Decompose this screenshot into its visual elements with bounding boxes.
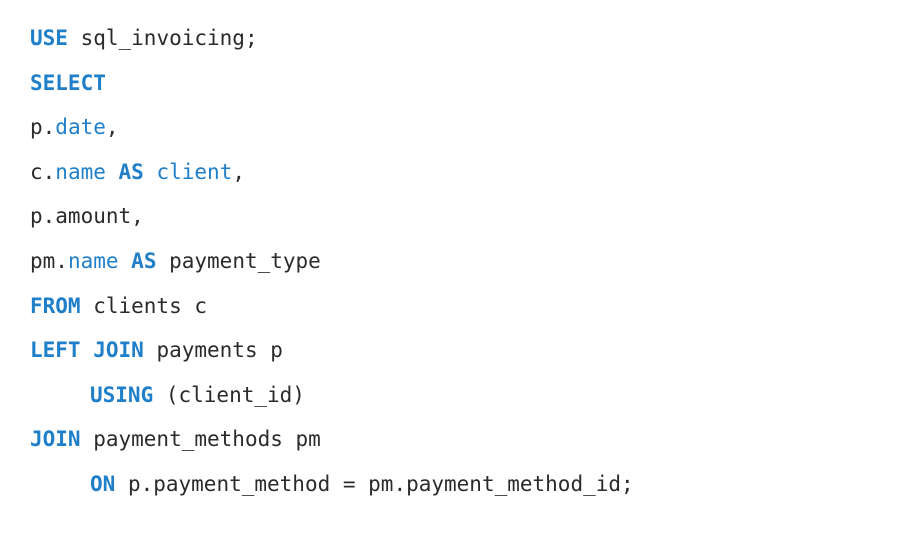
sql-keyword: AS <box>118 159 144 184</box>
sql-identifier: name <box>55 159 106 184</box>
code-line: FROM clients c <box>30 284 634 329</box>
sql-text: clients c <box>80 293 208 318</box>
code-line: c.name AS client, <box>30 150 634 195</box>
code-line: ON p.payment_method = pm.payment_method_… <box>30 462 634 507</box>
sql-text: payments p <box>143 338 283 363</box>
sql-text: c. <box>30 159 56 184</box>
sql-identifier: date <box>55 115 106 140</box>
sql-identifier: name <box>67 248 119 273</box>
sql-text: p.amount, <box>30 204 144 229</box>
code-line: USING (client_id) <box>30 373 634 418</box>
sql-text: (client_id) <box>153 382 305 407</box>
sql-identifier: client <box>156 159 233 184</box>
sql-keyword: USE <box>30 26 68 50</box>
sql-keyword: LEFT JOIN <box>30 338 144 363</box>
code-line: LEFT JOIN payments p <box>30 328 634 373</box>
sql-keyword: AS <box>131 248 157 273</box>
sql-text: payment_methods pm <box>80 427 321 452</box>
sql-text: pm. <box>30 248 68 273</box>
sql-keyword: USING <box>90 382 154 407</box>
code-line: SELECT <box>30 61 634 106</box>
code-line: JOIN payment_methods pm <box>30 417 634 462</box>
sql-text: payment_type <box>156 248 321 273</box>
code-line: p.amount, <box>30 194 634 239</box>
sql-text: , <box>105 115 119 140</box>
sql-text: sql_invoicing; <box>67 26 258 50</box>
sql-code-block: USE sql_invoicing; SELECT p.date, c.name AS… <box>30 16 634 507</box>
code-line: pm.name AS payment_type <box>30 239 634 284</box>
sql-text: p.payment_method = pm.payment_method_id; <box>115 471 634 496</box>
sql-keyword: ON <box>90 471 116 496</box>
sql-keyword: JOIN <box>30 427 81 452</box>
code-line: p.date, <box>30 105 634 150</box>
sql-keyword: FROM <box>30 293 81 318</box>
sql-text: p. <box>30 115 56 140</box>
sql-keyword: SELECT <box>30 70 106 95</box>
sql-text: , <box>232 159 245 184</box>
code-line: USE sql_invoicing; <box>30 16 634 61</box>
